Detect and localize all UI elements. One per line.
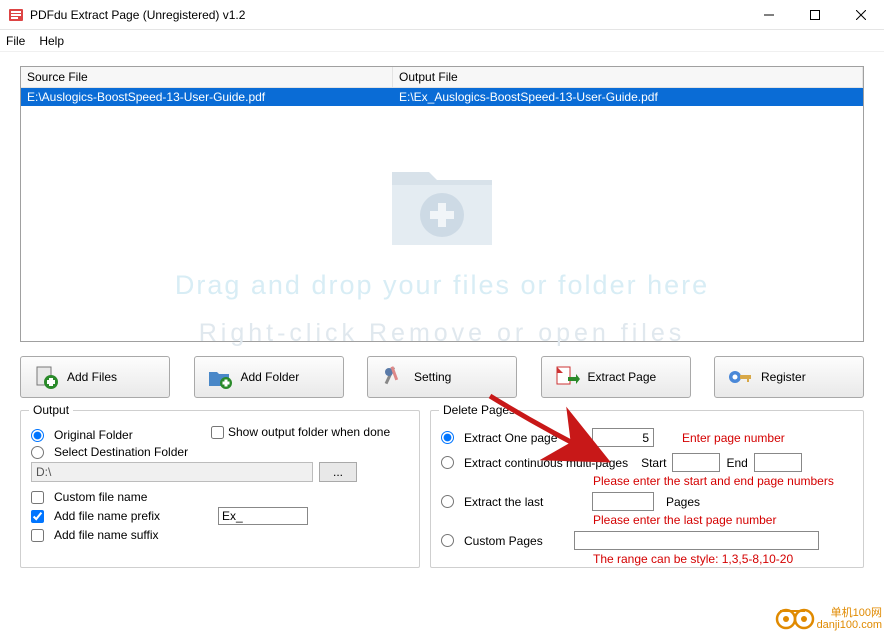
custom-pages-label: Custom Pages bbox=[464, 534, 568, 548]
watermark-icon bbox=[775, 608, 815, 630]
delete-title: Delete Pages bbox=[439, 403, 519, 417]
last-input[interactable] bbox=[592, 492, 654, 511]
prefix-label: Add file name prefix bbox=[54, 509, 182, 523]
end-label: End bbox=[726, 456, 747, 470]
file-list-header: Source File Output File bbox=[21, 67, 863, 88]
output-group: Output Show output folder when done Orig… bbox=[20, 410, 420, 568]
register-icon bbox=[727, 364, 753, 390]
toolbar: Add Files Add Folder Setting Extract Pag… bbox=[20, 342, 864, 410]
select-dest-radio[interactable] bbox=[31, 446, 44, 459]
browse-button[interactable]: ... bbox=[319, 462, 357, 482]
folder-add-icon bbox=[387, 157, 497, 252]
extract-multi-radio[interactable] bbox=[441, 456, 454, 469]
dropzone-hint: Drag and drop your files or folder here … bbox=[21, 157, 863, 348]
menu-file[interactable]: File bbox=[6, 34, 25, 48]
one-page-input[interactable] bbox=[592, 428, 654, 447]
register-button[interactable]: Register bbox=[714, 356, 864, 398]
file-row[interactable]: E:\Auslogics-BoostSpeed-13-User-Guide.pd… bbox=[21, 88, 863, 106]
menubar: File Help bbox=[0, 30, 884, 52]
col-source[interactable]: Source File bbox=[21, 67, 393, 87]
lower-panel: Output Show output folder when done Orig… bbox=[20, 410, 864, 568]
add-files-icon bbox=[33, 364, 59, 390]
extract-last-radio[interactable] bbox=[441, 495, 454, 508]
extract-page-label: Extract Page bbox=[588, 370, 657, 384]
add-folder-icon bbox=[207, 364, 233, 390]
menu-help[interactable]: Help bbox=[39, 34, 64, 48]
original-folder-radio[interactable] bbox=[31, 429, 44, 442]
one-hint: Enter page number bbox=[682, 431, 785, 445]
end-input[interactable] bbox=[754, 453, 802, 472]
titlebar: PDFdu Extract Page (Unregistered) v1.2 bbox=[0, 0, 884, 30]
multi-hint: Please enter the start and end page numb… bbox=[593, 474, 853, 488]
drop-line1: Drag and drop your files or folder here bbox=[175, 270, 709, 301]
extract-multi-label: Extract continuous multi-pages bbox=[464, 456, 628, 470]
minimize-button[interactable] bbox=[746, 0, 792, 30]
delete-pages-group: Delete Pages Extract One page Enter page… bbox=[430, 410, 864, 568]
setting-button[interactable]: Setting bbox=[367, 356, 517, 398]
add-files-label: Add Files bbox=[67, 370, 117, 384]
suffix-checkbox[interactable] bbox=[31, 529, 44, 542]
setting-icon bbox=[380, 364, 406, 390]
select-dest-label: Select Destination Folder bbox=[54, 445, 188, 459]
custom-pages-input[interactable] bbox=[574, 531, 819, 550]
close-button[interactable] bbox=[838, 0, 884, 30]
file-source-cell: E:\Auslogics-BoostSpeed-13-User-Guide.pd… bbox=[21, 88, 393, 106]
prefix-checkbox[interactable] bbox=[31, 510, 44, 523]
original-folder-label: Original Folder bbox=[54, 428, 133, 442]
custom-pages-radio[interactable] bbox=[441, 534, 454, 547]
suffix-label: Add file name suffix bbox=[54, 528, 159, 542]
extract-page-icon bbox=[554, 364, 580, 390]
file-output-cell: E:\Ex_Auslogics-BoostSpeed-13-User-Guide… bbox=[393, 88, 863, 106]
file-list-panel[interactable]: Source File Output File E:\Auslogics-Boo… bbox=[20, 66, 864, 342]
start-label: Start bbox=[641, 456, 666, 470]
watermark: 单机100网 danji100.com bbox=[775, 607, 882, 631]
prefix-input[interactable] bbox=[218, 507, 308, 525]
custom-hint: The range can be style: 1,3,5-8,10-20 bbox=[593, 552, 853, 566]
add-files-button[interactable]: Add Files bbox=[20, 356, 170, 398]
extract-page-button[interactable]: Extract Page bbox=[541, 356, 691, 398]
window-title: PDFdu Extract Page (Unregistered) v1.2 bbox=[30, 8, 746, 22]
watermark-line2: danji100.com bbox=[817, 619, 882, 631]
add-folder-button[interactable]: Add Folder bbox=[194, 356, 344, 398]
extract-one-label: Extract One page bbox=[464, 431, 586, 445]
content-area: Source File Output File E:\Auslogics-Boo… bbox=[0, 52, 884, 578]
custom-name-label: Custom file name bbox=[54, 490, 147, 504]
custom-name-checkbox[interactable] bbox=[31, 491, 44, 504]
output-title: Output bbox=[29, 403, 73, 417]
app-icon bbox=[8, 7, 24, 23]
extract-one-radio[interactable] bbox=[441, 431, 454, 444]
col-output[interactable]: Output File bbox=[393, 67, 863, 87]
show-output-checkbox[interactable] bbox=[211, 426, 224, 439]
extract-last-label: Extract the last bbox=[464, 495, 586, 509]
register-label: Register bbox=[761, 370, 806, 384]
dest-path-input bbox=[31, 462, 313, 482]
show-output-row: Show output folder when done bbox=[211, 425, 390, 439]
setting-label: Setting bbox=[414, 370, 451, 384]
add-folder-label: Add Folder bbox=[241, 370, 300, 384]
show-output-label: Show output folder when done bbox=[228, 425, 390, 439]
maximize-button[interactable] bbox=[792, 0, 838, 30]
start-input[interactable] bbox=[672, 453, 720, 472]
pages-label: Pages bbox=[666, 495, 700, 509]
watermark-line1: 单机100网 bbox=[817, 607, 882, 619]
last-hint: Please enter the last page number bbox=[593, 513, 853, 527]
